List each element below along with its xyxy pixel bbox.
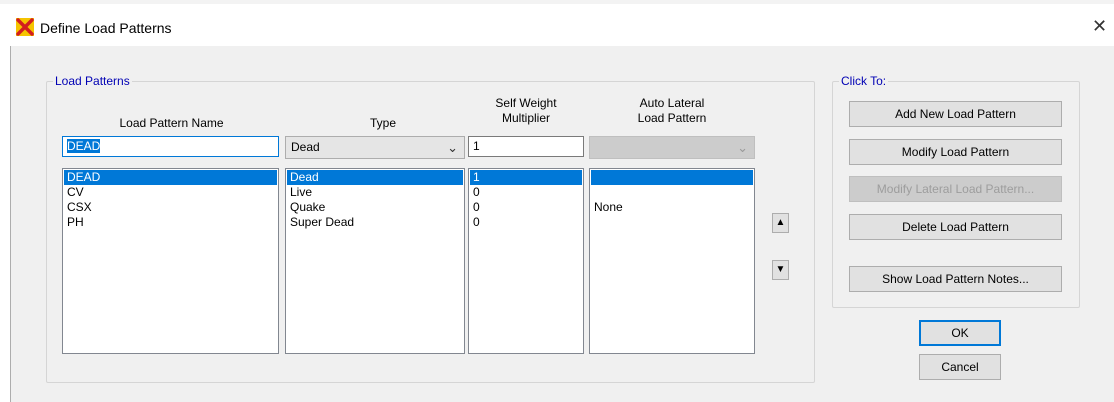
ok-button[interactable]: OK: [919, 320, 1001, 346]
list-item[interactable]: [591, 170, 753, 185]
type-dropdown[interactable]: Dead ⌄: [285, 136, 465, 159]
load-patterns-group-label: Load Patterns: [55, 74, 130, 88]
list-item[interactable]: 0: [470, 215, 582, 230]
list-item[interactable]: PH: [64, 215, 277, 230]
chevron-down-icon: ⌄: [447, 140, 458, 155]
list-item[interactable]: 0: [470, 200, 582, 215]
load-pattern-name-input[interactable]: DEAD: [62, 136, 279, 157]
arrow-down-icon: ▼: [775, 264, 786, 275]
list-item[interactable]: 0: [470, 185, 582, 200]
auto-lateral-list[interactable]: None: [589, 168, 755, 354]
header-load-pattern-name: Load Pattern Name: [119, 116, 224, 130]
list-item[interactable]: CV: [64, 185, 277, 200]
show-load-pattern-notes-button[interactable]: Show Load Pattern Notes...: [849, 266, 1062, 292]
type-list[interactable]: Dead Live Quake Super Dead: [285, 168, 465, 354]
self-weight-multiplier-list[interactable]: 1 0 0 0: [468, 168, 584, 354]
modify-lateral-load-pattern-button: Modify Lateral Load Pattern...: [849, 176, 1062, 202]
list-item[interactable]: CSX: [64, 200, 277, 215]
list-item[interactable]: Super Dead: [287, 215, 463, 230]
list-item[interactable]: Quake: [287, 200, 463, 215]
list-item[interactable]: Dead: [287, 170, 463, 185]
self-weight-multiplier-input[interactable]: 1: [468, 136, 584, 157]
chevron-down-icon: ⌄: [737, 140, 748, 155]
move-up-button[interactable]: ▲: [772, 213, 789, 233]
auto-lateral-dropdown: ⌄: [589, 136, 755, 159]
load-pattern-name-list[interactable]: DEAD CV CSX PH: [62, 168, 279, 354]
window-title: Define Load Patterns: [40, 20, 172, 36]
cancel-button[interactable]: Cancel: [919, 354, 1001, 380]
list-item[interactable]: [591, 215, 753, 230]
type-dropdown-value: Dead: [291, 140, 320, 154]
list-item[interactable]: Live: [287, 185, 463, 200]
move-down-button[interactable]: ▼: [772, 260, 789, 280]
delete-load-pattern-button[interactable]: Delete Load Pattern: [849, 214, 1062, 240]
click-to-group-label: Click To:: [841, 74, 887, 88]
arrow-up-icon: ▲: [775, 217, 786, 228]
list-item[interactable]: None: [591, 200, 753, 215]
header-auto-lateral-load-pattern: Auto Lateral Load Pattern: [637, 96, 707, 125]
list-item[interactable]: DEAD: [64, 170, 277, 185]
title-bar[interactable]: Define Load Patterns ✕: [0, 4, 1114, 46]
add-new-load-pattern-button[interactable]: Add New Load Pattern: [849, 101, 1062, 127]
header-type: Type: [369, 116, 396, 130]
modify-load-pattern-button[interactable]: Modify Load Pattern: [849, 139, 1062, 165]
list-item[interactable]: [591, 185, 753, 200]
list-item[interactable]: 1: [470, 170, 582, 185]
close-icon[interactable]: ✕: [1092, 16, 1107, 37]
header-self-weight-multiplier: Self Weight Multiplier: [495, 96, 557, 125]
dialog-client-area: Load Patterns Load Pattern Name Type Sel…: [10, 46, 1114, 402]
app-icon: [16, 18, 34, 36]
